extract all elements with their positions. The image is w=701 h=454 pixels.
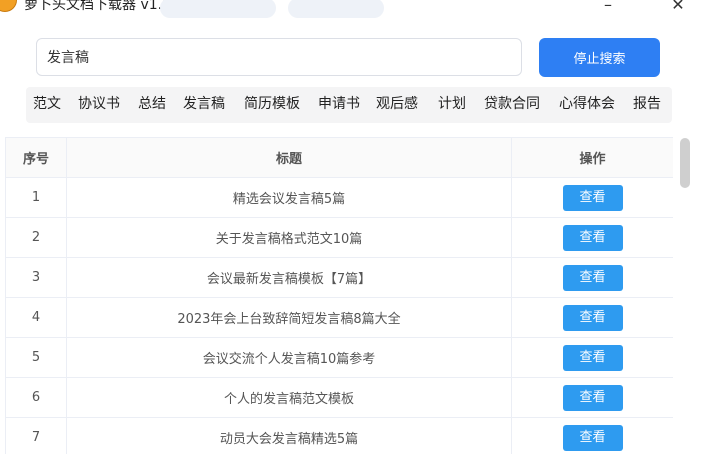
category-bar: 范文 协议书 总结 发言稿 简历模板 申请书 观后感 计划 贷款合同 心得体会 … <box>26 87 672 123</box>
close-button[interactable]: ✕ <box>664 0 692 14</box>
category-tab[interactable]: 总结 <box>138 87 166 123</box>
category-tab[interactable]: 协议书 <box>78 87 120 123</box>
background-tab <box>288 0 384 18</box>
table-row: 6 个人的发言稿范文模板 查看 <box>5 377 673 418</box>
background-tab <box>160 0 276 18</box>
row-index: 3 <box>5 257 67 298</box>
category-tab[interactable]: 贷款合同 <box>484 87 540 123</box>
row-title: 会议最新发言稿模板【7篇】 <box>66 257 512 298</box>
minimize-button[interactable]: – <box>594 0 622 14</box>
row-title: 精选会议发言稿5篇 <box>66 177 512 218</box>
column-header-action: 操作 <box>511 137 673 178</box>
row-title: 关于发言稿格式范文10篇 <box>66 217 512 258</box>
view-button[interactable]: 查看 <box>562 264 623 291</box>
row-index: 5 <box>5 337 67 378</box>
row-index: 6 <box>5 377 67 418</box>
table-row: 5 会议交流个人发言稿10篇参考 查看 <box>5 337 673 378</box>
table-row: 2 关于发言稿格式范文10篇 查看 <box>5 217 673 258</box>
table-header-row: 序号 标题 操作 <box>5 137 673 178</box>
view-button[interactable]: 查看 <box>562 344 623 371</box>
results-table: 序号 标题 操作 1 精选会议发言稿5篇 查看 2 关于发言稿格式范文10篇 查… <box>5 137 673 454</box>
column-header-title: 标题 <box>66 137 512 178</box>
row-index: 7 <box>5 417 67 454</box>
category-tab[interactable]: 简历模板 <box>244 87 300 123</box>
results-table-container: 序号 标题 操作 1 精选会议发言稿5篇 查看 2 关于发言稿格式范文10篇 查… <box>5 137 673 454</box>
app-logo-icon <box>0 0 17 12</box>
row-index: 1 <box>5 177 67 218</box>
category-tab[interactable]: 心得体会 <box>559 87 615 123</box>
view-button[interactable]: 查看 <box>562 424 623 451</box>
view-button[interactable]: 查看 <box>562 304 623 331</box>
stop-search-button[interactable]: 停止搜索 <box>539 38 660 77</box>
category-tab[interactable]: 发言稿 <box>183 87 225 123</box>
window-title: 萝卜头文档下载器 v1.1 <box>24 0 171 13</box>
view-button[interactable]: 查看 <box>562 184 623 211</box>
view-button[interactable]: 查看 <box>562 384 623 411</box>
table-row: 4 2023年会上台致辞简短发言稿8篇大全 查看 <box>5 297 673 338</box>
category-tab[interactable]: 计划 <box>438 87 466 123</box>
table-row: 1 精选会议发言稿5篇 查看 <box>5 177 673 218</box>
column-header-index: 序号 <box>5 137 67 178</box>
search-input[interactable] <box>36 38 522 76</box>
view-button[interactable]: 查看 <box>562 224 623 251</box>
title-bar: 萝卜头文档下载器 v1.1 – ✕ <box>0 0 701 20</box>
category-tab[interactable]: 报告 <box>633 87 661 123</box>
category-tab[interactable]: 观后感 <box>376 87 418 123</box>
scrollbar-thumb[interactable] <box>680 138 690 188</box>
row-title: 会议交流个人发言稿10篇参考 <box>66 337 512 378</box>
row-index: 4 <box>5 297 67 338</box>
row-title: 2023年会上台致辞简短发言稿8篇大全 <box>66 297 512 338</box>
table-row: 7 动员大会发言稿精选5篇 查看 <box>5 417 673 454</box>
table-row: 3 会议最新发言稿模板【7篇】 查看 <box>5 257 673 298</box>
category-tab[interactable]: 申请书 <box>318 87 360 123</box>
row-title: 个人的发言稿范文模板 <box>66 377 512 418</box>
category-tab[interactable]: 范文 <box>33 87 61 123</box>
row-title: 动员大会发言稿精选5篇 <box>66 417 512 454</box>
row-index: 2 <box>5 217 67 258</box>
